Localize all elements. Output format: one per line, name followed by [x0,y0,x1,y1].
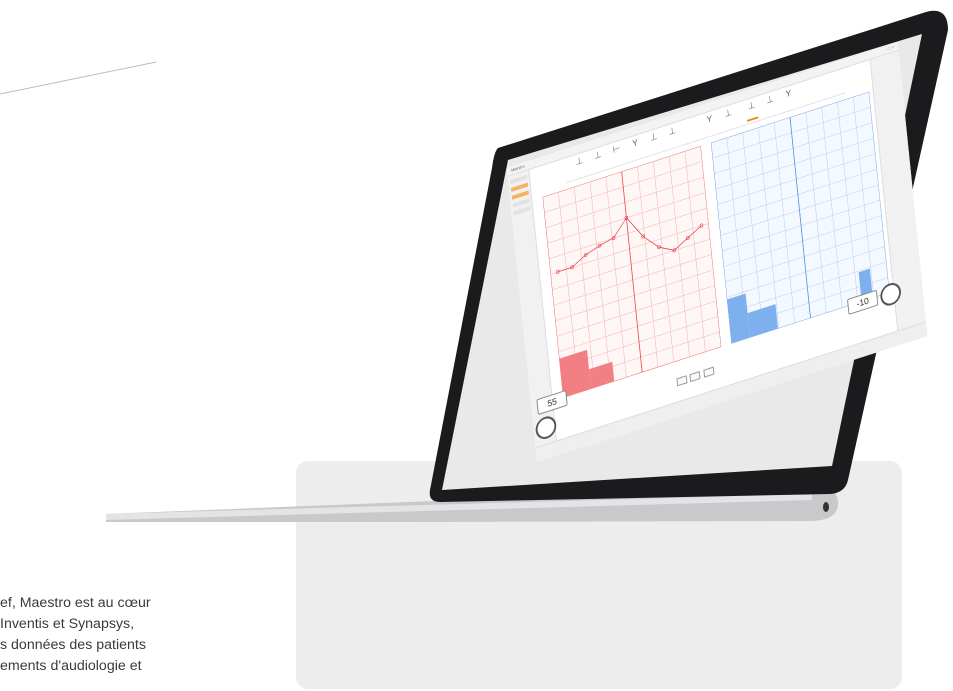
audiogram-right-ear[interactable] [542,146,722,398]
tool-icon[interactable]: ⊥ [592,148,605,169]
tool-icon[interactable]: Y [782,87,795,108]
tool-icon-active[interactable]: ⊥ [745,98,759,122]
tool-icon[interactable]: ⊢ [610,142,623,163]
tool-icon[interactable]: ⊥ [573,154,586,175]
tool-icon[interactable]: ⊥ [764,93,777,114]
masking-controls [676,366,715,387]
tool-icon[interactable]: Y [703,112,716,133]
mask-button[interactable] [689,370,701,383]
tool-icon[interactable]: ⊥ [648,130,661,151]
tool-icon[interactable]: ⊥ [666,124,679,145]
sidebar-item[interactable] [513,206,531,216]
window-controls[interactable]: – □ × [885,44,894,52]
tool-icon[interactable]: Y [629,136,642,157]
tool-icon[interactable]: ⊥ [722,106,735,127]
mask-button[interactable] [703,366,714,378]
mask-button[interactable] [676,375,688,387]
